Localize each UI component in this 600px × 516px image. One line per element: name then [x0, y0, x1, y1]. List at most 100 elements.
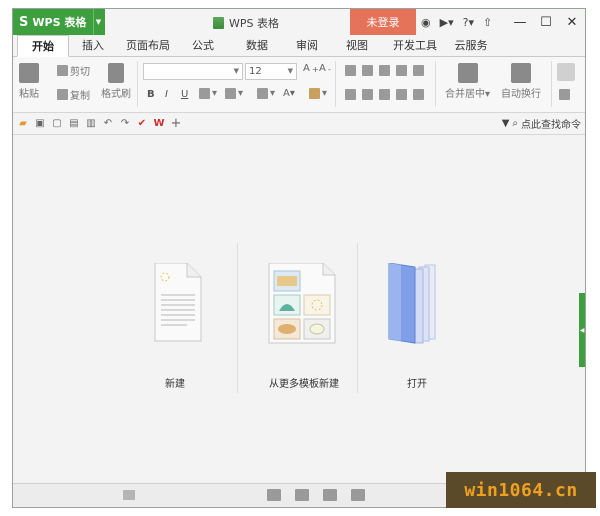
- shrink-font-button[interactable]: A-: [319, 63, 331, 74]
- quick-access-icons: ▰ ▣ ▢ ▤ ▥ ↶ ↷ ✔ W +: [17, 116, 182, 131]
- titlebar-tools: ◉ ▶▾ ?▾ ⇧: [421, 9, 492, 35]
- skin-icon[interactable]: ◉: [421, 16, 431, 29]
- page-break-view-icon[interactable]: [295, 489, 309, 501]
- scissors-icon: [57, 65, 68, 76]
- align-bottom-icon[interactable]: [379, 65, 390, 76]
- distribute-icon[interactable]: [413, 89, 424, 100]
- wps-w-icon[interactable]: W: [153, 117, 165, 129]
- normal-view-icon[interactable]: [267, 489, 281, 501]
- align-right-icon[interactable]: [379, 89, 390, 100]
- align-center-icon[interactable]: [362, 89, 373, 100]
- italic-button[interactable]: I: [165, 89, 168, 100]
- border-button[interactable]: ▾: [199, 88, 217, 99]
- more-icon: [559, 89, 570, 100]
- checkmark-icon[interactable]: ✔: [136, 117, 148, 129]
- view-mode-icons: [267, 489, 365, 501]
- open-folder-icon[interactable]: ▰: [17, 117, 29, 129]
- watermark: win1064.cn: [446, 472, 596, 508]
- wrap-text-label: 自动换行: [501, 89, 541, 100]
- open-label: 打开: [407, 379, 427, 390]
- grow-font-button[interactable]: A +: [303, 63, 319, 74]
- new-label: 新建: [165, 379, 185, 390]
- template-gallery-icon: [268, 263, 336, 344]
- command-search[interactable]: ▼ ⌕ 点此查找命令: [502, 116, 581, 131]
- wps-window: S WPS 表格 ▼ WPS 表格 未登录 ◉ ▶▾ ?▾ ⇧ — ☐ ✕ 开始…: [12, 8, 586, 508]
- chevron-down-icon: ▼: [233, 67, 239, 75]
- tab-review[interactable]: 审阅: [289, 35, 325, 57]
- merge-center-button[interactable]: 合并居中▾: [445, 63, 490, 100]
- tab-home[interactable]: 开始: [17, 35, 69, 57]
- eraser-icon: [309, 88, 320, 99]
- print-icon[interactable]: ▤: [68, 117, 80, 129]
- fill-color-button[interactable]: ▾: [257, 88, 275, 99]
- align-left-icon[interactable]: [345, 89, 356, 100]
- cut-button[interactable]: 剪切: [57, 63, 90, 78]
- new-document-icon: [154, 263, 202, 342]
- tab-view[interactable]: 视图: [339, 35, 375, 57]
- merge-icon: [457, 63, 478, 83]
- filter-icon[interactable]: ▼: [502, 118, 510, 129]
- help-icon[interactable]: ?▾: [463, 16, 474, 29]
- justify-icon[interactable]: [396, 89, 407, 100]
- format-painter-button[interactable]: 格式刷: [101, 63, 131, 100]
- paste-icon: [19, 63, 39, 83]
- more-button[interactable]: [559, 89, 570, 100]
- ribbon-tabs: 开始 插入 页面布局 公式 数据 审阅 视图 开发工具 云服务: [13, 35, 585, 57]
- tab-cloud[interactable]: 云服务: [449, 35, 493, 57]
- align-top-icon[interactable]: [345, 65, 356, 76]
- wps-logo-icon: S: [19, 14, 29, 30]
- fill-icon: [257, 88, 268, 99]
- wrap-icon: [511, 63, 531, 83]
- tab-page-layout[interactable]: 页面布局: [121, 35, 175, 57]
- maximize-icon[interactable]: ☐: [533, 9, 559, 35]
- open-folder-icon: [388, 263, 436, 344]
- paste-label: 粘贴: [19, 89, 39, 100]
- minimize-icon[interactable]: —: [507, 9, 533, 35]
- login-button[interactable]: 未登录: [350, 9, 416, 35]
- add-icon[interactable]: +: [170, 116, 182, 131]
- close-icon[interactable]: ✕: [559, 9, 585, 35]
- number-format-button[interactable]: [557, 63, 575, 81]
- font-name-select[interactable]: ▼: [143, 63, 243, 80]
- brush-icon: [108, 63, 124, 83]
- chevron-down-icon: ▼: [287, 67, 293, 75]
- tab-formula[interactable]: 公式: [185, 35, 221, 57]
- side-panel-toggle[interactable]: ◀: [579, 293, 585, 367]
- align-middle-icon[interactable]: [362, 65, 373, 76]
- redo-icon[interactable]: ↷: [119, 117, 131, 129]
- user-menu-icon[interactable]: ▶▾: [440, 16, 454, 29]
- indent-decrease-icon[interactable]: [396, 65, 407, 76]
- print-preview-icon[interactable]: ▥: [85, 117, 97, 129]
- cut-label: 剪切: [70, 67, 90, 78]
- grid-icon: [225, 88, 236, 99]
- wrap-text-button[interactable]: 自动换行: [501, 63, 541, 100]
- chevron-down-icon[interactable]: ▼: [93, 9, 103, 35]
- cell-format-button[interactable]: ▾: [225, 88, 243, 99]
- tab-insert[interactable]: 插入: [73, 35, 113, 57]
- underline-button[interactable]: U: [181, 89, 188, 100]
- copy-button[interactable]: 复制: [57, 87, 90, 102]
- align-top-row: [345, 65, 424, 76]
- start-page: 新建 从更多模板新建 打开 ◀: [13, 135, 585, 483]
- save-as-icon[interactable]: ▢: [51, 117, 63, 129]
- font-size-select[interactable]: 12 ▼: [245, 63, 297, 80]
- font-color-button[interactable]: A▾: [283, 88, 295, 99]
- copy-label: 复制: [70, 91, 90, 102]
- share-icon[interactable]: ⇧: [483, 16, 492, 29]
- clear-format-button[interactable]: ▾: [309, 88, 327, 99]
- reading-mode-icon[interactable]: [351, 489, 365, 501]
- paste-button[interactable]: 粘贴: [19, 63, 39, 100]
- save-icon[interactable]: ▣: [34, 117, 46, 129]
- page-layout-view-icon[interactable]: [323, 489, 337, 501]
- command-search-label: 点此查找命令: [521, 120, 581, 131]
- template-label: 从更多模板新建: [269, 379, 339, 390]
- copy-icon: [57, 89, 68, 100]
- app-menu-button[interactable]: S WPS 表格 ▼: [13, 9, 105, 35]
- status-icon[interactable]: [123, 490, 135, 500]
- tab-developer[interactable]: 开发工具: [389, 35, 441, 57]
- bold-button[interactable]: B: [147, 89, 155, 100]
- app-name: WPS 表格: [32, 16, 87, 29]
- tab-data[interactable]: 数据: [239, 35, 275, 57]
- indent-increase-icon[interactable]: [413, 65, 424, 76]
- undo-icon[interactable]: ↶: [102, 117, 114, 129]
